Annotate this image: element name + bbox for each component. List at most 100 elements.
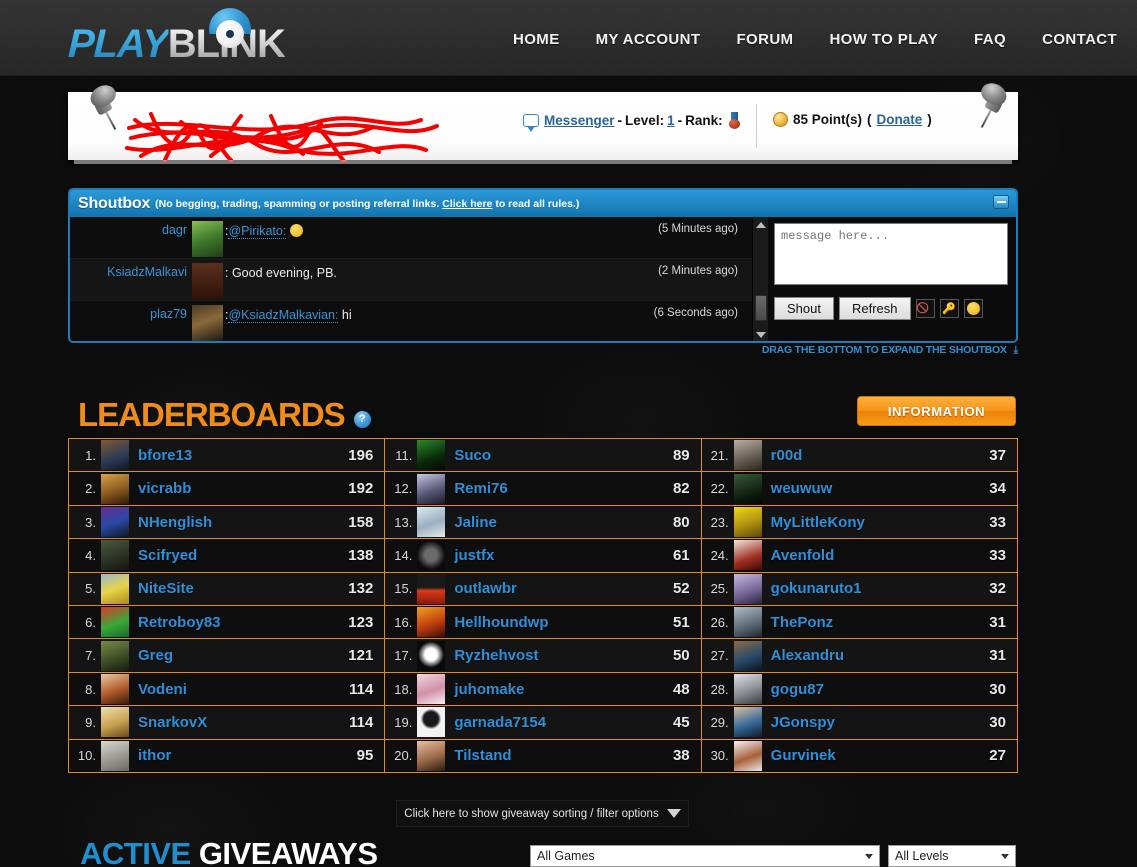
- table-row[interactable]: 9. SnarkovX 114: [69, 706, 385, 740]
- shoutbox-drag-hint[interactable]: DRAG THE BOTTOM TO EXPAND THE SHOUTBOX ⤓: [68, 344, 1018, 357]
- player-name[interactable]: Gurvinek: [762, 747, 990, 764]
- table-row[interactable]: 23. MyLittleKony 33: [701, 505, 1017, 540]
- level-filter-select[interactable]: All Levels: [888, 845, 1016, 867]
- donate-link[interactable]: Donate: [877, 112, 923, 127]
- shoutbox-avatar: [192, 221, 223, 257]
- player-name[interactable]: Remi76: [445, 480, 673, 497]
- shoutbox-scrollbar[interactable]: [752, 217, 768, 341]
- player-name[interactable]: Scifryed: [129, 547, 348, 564]
- player-name[interactable]: garnada7154: [445, 714, 673, 731]
- player-name[interactable]: outlawbr: [445, 580, 673, 597]
- table-row[interactable]: 30. Gurvinek 27: [701, 739, 1017, 773]
- player-name[interactable]: juhomake: [445, 681, 673, 698]
- table-row[interactable]: 21. r00d 37: [701, 439, 1017, 473]
- nav-item-forum[interactable]: FORUM: [718, 31, 811, 48]
- table-row[interactable]: 19. garnada7154 45: [385, 706, 701, 740]
- table-row[interactable]: 25. gokunaruto1 32: [701, 572, 1017, 607]
- player-name[interactable]: vicrabb: [129, 480, 348, 497]
- player-name[interactable]: Retroboy83: [129, 614, 348, 631]
- shoutbox-rules-link[interactable]: Click here: [442, 198, 492, 210]
- nav-item-contact[interactable]: CONTACT: [1024, 31, 1135, 48]
- player-name[interactable]: Jaline: [445, 514, 673, 531]
- table-row[interactable]: 26. ThePonz 31: [701, 606, 1017, 640]
- table-row[interactable]: 16. Hellhoundwp 51: [385, 606, 701, 640]
- table-row[interactable]: 27. Alexandru 31: [701, 639, 1017, 673]
- player-name[interactable]: Ryzhehvost: [445, 647, 673, 664]
- table-row[interactable]: 6. Retroboy83 123: [69, 606, 385, 640]
- table-row[interactable]: 28. gogu87 30: [701, 672, 1017, 707]
- chevron-down-icon[interactable]: ⤓: [1014, 344, 1019, 357]
- level-value[interactable]: 1: [667, 113, 675, 128]
- table-row[interactable]: 7. Greg 121: [69, 639, 385, 673]
- table-row[interactable]: 14. justfx 61: [385, 539, 701, 573]
- smiley-icon[interactable]: [963, 299, 983, 318]
- player-name[interactable]: justfx: [445, 547, 673, 564]
- table-row[interactable]: 5. NiteSite 132: [69, 572, 385, 607]
- shoutbox-message-user[interactable]: dagr: [70, 221, 192, 237]
- shoutbox-mention[interactable]: @KsiadzMalkavian:: [228, 308, 339, 323]
- shoutbox-message-user[interactable]: KsiadzMalkavi: [70, 263, 192, 279]
- player-name[interactable]: ithor: [129, 747, 357, 764]
- player-score: 50: [672, 647, 690, 665]
- shout-message-input[interactable]: [774, 223, 1008, 285]
- player-name[interactable]: NiteSite: [129, 580, 348, 597]
- player-name[interactable]: gogu87: [762, 681, 990, 698]
- table-row[interactable]: 3. NHenglish 158: [69, 505, 385, 540]
- player-name[interactable]: Suco: [445, 447, 673, 464]
- table-row[interactable]: 8. Vodeni 114: [69, 672, 385, 707]
- table-row[interactable]: 20. Tilstand 38: [385, 739, 701, 773]
- player-name[interactable]: SnarkovX: [129, 714, 349, 731]
- help-icon[interactable]: ?: [353, 410, 371, 428]
- shout-button[interactable]: Shout: [774, 297, 834, 320]
- ban-icon[interactable]: ⃠: [915, 299, 935, 318]
- player-name[interactable]: gokunaruto1: [762, 580, 990, 597]
- table-row[interactable]: 15. outlawbr 52: [385, 572, 701, 607]
- game-filter-select[interactable]: All Games: [530, 845, 880, 867]
- table-row[interactable]: 22. weuwuw 34: [701, 472, 1017, 506]
- nav-item-how-to-play[interactable]: HOW TO PLAY: [811, 31, 956, 48]
- table-row[interactable]: 2. vicrabb 192: [69, 472, 385, 506]
- player-name[interactable]: Alexandru: [762, 647, 990, 664]
- rank-number: 18.: [394, 681, 413, 697]
- rank-number: 14.: [394, 547, 413, 563]
- giveaway-filter-toggle-label: Click here to show giveaway sorting / fi…: [404, 807, 659, 820]
- player-name[interactable]: Hellhoundwp: [445, 614, 673, 631]
- player-name[interactable]: NHenglish: [129, 514, 348, 531]
- rank-number: 27.: [710, 648, 729, 664]
- player-name[interactable]: Tilstand: [445, 747, 673, 764]
- table-row[interactable]: 24. Avenfold 33: [701, 539, 1017, 573]
- messenger-link[interactable]: Messenger: [544, 113, 615, 128]
- player-name[interactable]: JGonspy: [762, 714, 990, 731]
- shoutbox-mention[interactable]: @Pirikato:: [228, 224, 287, 239]
- scroll-down-arrow-icon[interactable]: [756, 332, 766, 338]
- player-name[interactable]: Greg: [129, 647, 348, 664]
- scroll-up-arrow-icon[interactable]: [756, 222, 766, 228]
- player-name[interactable]: Avenfold: [762, 547, 990, 564]
- key-icon[interactable]: 🔑: [939, 299, 959, 318]
- shoutbox-message-user[interactable]: plaz79: [70, 305, 192, 321]
- player-name[interactable]: ThePonz: [762, 614, 990, 631]
- nav-item-home[interactable]: HOME: [495, 31, 578, 48]
- information-button[interactable]: INFORMATION: [857, 396, 1016, 426]
- table-row[interactable]: 11. Suco 89: [385, 439, 701, 473]
- player-name[interactable]: Vodeni: [129, 681, 349, 698]
- nav-item-my-account[interactable]: MY ACCOUNT: [578, 31, 719, 48]
- table-row[interactable]: 29. JGonspy 30: [701, 706, 1017, 740]
- player-name[interactable]: r00d: [762, 447, 990, 464]
- table-row[interactable]: 4. Scifryed 138: [69, 539, 385, 573]
- table-row[interactable]: 18. juhomake 48: [385, 672, 701, 707]
- site-logo[interactable]: PLAYBLINK: [67, 8, 308, 68]
- table-row[interactable]: 17. Ryzhehvost 50: [385, 639, 701, 673]
- scrollbar-thumb[interactable]: [755, 295, 767, 321]
- shoutbox-minimize-button[interactable]: [993, 195, 1009, 209]
- table-row[interactable]: 10. ithor 95: [69, 739, 385, 773]
- player-name[interactable]: weuwuw: [762, 480, 990, 497]
- table-row[interactable]: 12. Remi76 82: [385, 472, 701, 506]
- table-row[interactable]: 1. bfore13 196: [69, 439, 385, 473]
- nav-item-faq[interactable]: FAQ: [956, 31, 1024, 48]
- table-row[interactable]: 13. Jaline 80: [385, 505, 701, 540]
- refresh-button[interactable]: Refresh: [838, 297, 911, 320]
- player-name[interactable]: bfore13: [129, 447, 348, 464]
- giveaway-filter-toggle[interactable]: Click here to show giveaway sorting / fi…: [396, 800, 689, 827]
- player-name[interactable]: MyLittleKony: [762, 514, 990, 531]
